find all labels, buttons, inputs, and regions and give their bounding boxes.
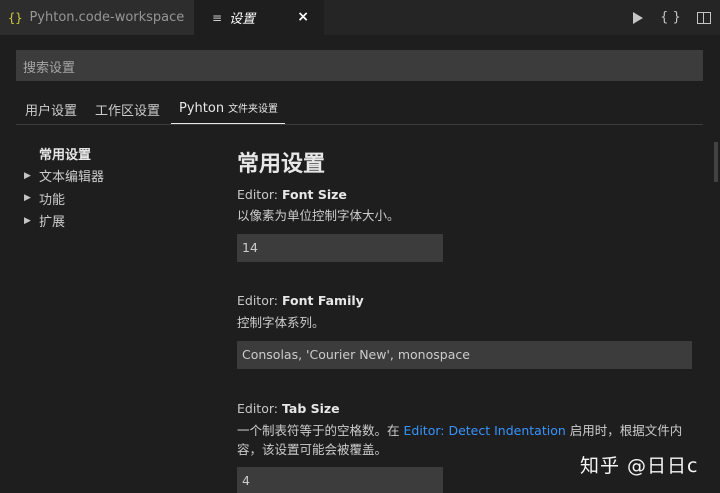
tab-user-settings[interactable]: 用户设置 xyxy=(25,100,77,119)
search-settings-input[interactable]: 搜索设置 xyxy=(16,50,703,81)
setting-name: Font Size xyxy=(281,187,347,202)
desc-text: 启用时，根据文件内 xyxy=(565,423,683,438)
editor-actions: { } xyxy=(621,0,720,35)
editor-tab-bar: {} Pyhton.code-workspace ≡ 设置 × { } xyxy=(0,0,720,35)
toc-item-common[interactable]: 常用设置 xyxy=(24,142,104,165)
setting-title-font-family: Editor: Font Family xyxy=(237,293,364,308)
font-size-input[interactable]: 14 xyxy=(237,234,443,262)
tab-folder-settings[interactable]: Pyhton 文件夹设置 xyxy=(179,100,278,116)
tab-settings[interactable]: ≡ 设置 × xyxy=(194,0,324,35)
desc-text: 一个制表符等于的空格数。在 xyxy=(237,423,404,438)
split-editor-button[interactable] xyxy=(687,10,720,25)
tab-label: Pyhton.code-workspace xyxy=(29,10,185,25)
setting-name: Tab Size xyxy=(281,401,340,416)
scope-tabs-divider xyxy=(16,124,703,125)
setting-category: Editor: xyxy=(237,401,282,416)
tab-workspace-settings[interactable]: 工作区设置 xyxy=(95,100,160,119)
watermark: 知乎 @日日c xyxy=(580,455,699,477)
folder-settings-suffix: 文件夹设置 xyxy=(228,104,279,115)
open-settings-json-button[interactable]: { } xyxy=(654,10,687,25)
settings-file-icon: ≡ xyxy=(212,10,223,25)
tab-size-input[interactable]: 4 xyxy=(237,467,443,493)
active-scope-indicator xyxy=(171,123,285,124)
chevron-right-icon: ▶ xyxy=(24,193,31,204)
toc-item-extensions[interactable]: ▶ 扩展 xyxy=(24,210,104,233)
tab-workspace-file[interactable]: {} Pyhton.code-workspace xyxy=(0,0,194,35)
run-button[interactable] xyxy=(621,10,654,25)
toc-item-features[interactable]: ▶ 功能 xyxy=(24,187,104,210)
setting-description: 控制字体系列。 xyxy=(237,315,325,330)
setting-description: 以像素为单位控制字体大小。 xyxy=(237,208,400,223)
split-editor-icon xyxy=(696,11,711,24)
chevron-right-icon: ▶ xyxy=(24,215,31,226)
json-file-icon: {} xyxy=(8,10,23,25)
setting-title-font-size: Editor: Font Size xyxy=(237,187,347,202)
chevron-right-icon: ▶ xyxy=(24,170,31,181)
section-title: 常用设置 xyxy=(237,152,326,177)
toc-item-label: 文本编辑器 xyxy=(39,170,105,186)
font-family-input[interactable]: Consolas, 'Courier New', monospace xyxy=(237,341,692,369)
tab-label: 设置 xyxy=(229,12,256,27)
braces-icon: { } xyxy=(660,10,681,25)
toc-item-text-editor[interactable]: ▶ 文本编辑器 xyxy=(24,165,104,188)
setting-name: Font Family xyxy=(281,293,364,308)
desc-text: 容，该设置可能会被覆盖。 xyxy=(237,442,388,457)
detect-indentation-link[interactable]: Editor: Detect Indentation xyxy=(403,423,565,438)
scrollbar[interactable] xyxy=(714,142,718,182)
setting-category: Editor: xyxy=(237,293,282,308)
settings-toc: 常用设置 ▶ 文本编辑器 ▶ 功能 ▶ 扩展 xyxy=(24,142,104,232)
close-icon[interactable]: × xyxy=(297,9,309,25)
play-icon xyxy=(632,11,643,24)
setting-title-tab-size: Editor: Tab Size xyxy=(237,401,340,416)
toc-item-label: 功能 xyxy=(39,192,66,208)
toc-item-label: 扩展 xyxy=(39,215,66,231)
setting-category: Editor: xyxy=(237,187,282,202)
folder-name: Pyhton xyxy=(179,101,225,116)
